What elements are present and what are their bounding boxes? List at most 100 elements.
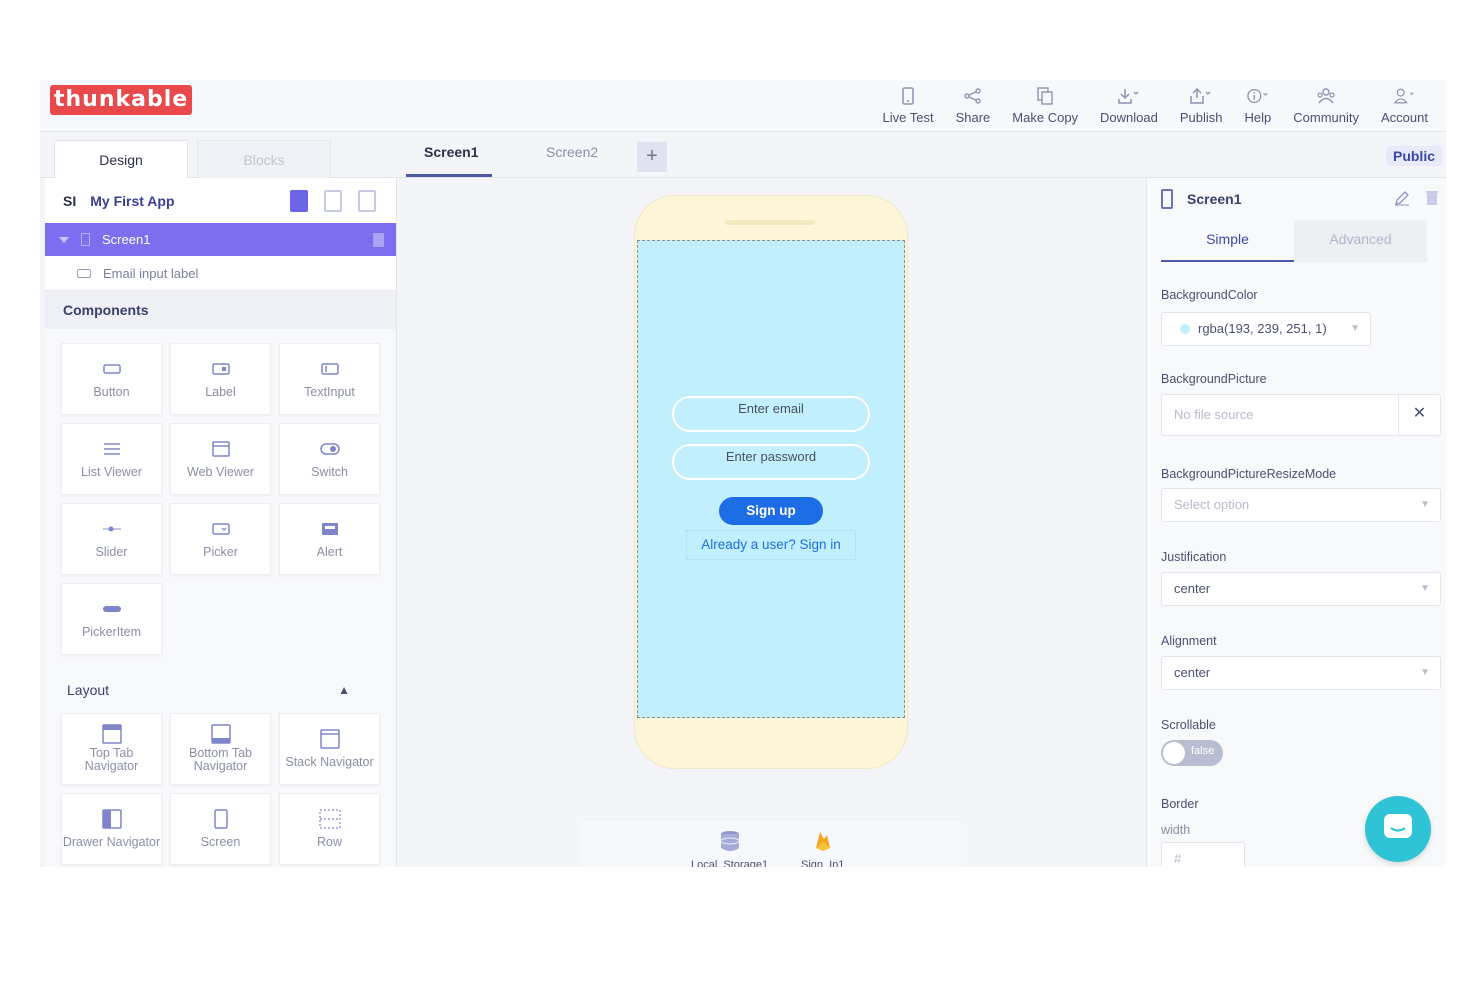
- chat-icon: [1382, 812, 1414, 847]
- download-icon: [1118, 86, 1140, 106]
- textinput-icon: [319, 360, 341, 378]
- chevron-down-icon: ▼: [1420, 667, 1430, 678]
- bg-color-picker[interactable]: rgba(193, 239, 251, 1) ▼: [1161, 312, 1371, 346]
- clear-icon[interactable]: ✕: [1398, 394, 1440, 436]
- slider-icon: [101, 520, 123, 538]
- component-label[interactable]: Label: [170, 343, 271, 415]
- tab-advanced[interactable]: Advanced: [1294, 220, 1427, 262]
- tree-item-screen1[interactable]: Screen1: [45, 223, 396, 256]
- app-name[interactable]: My First App: [90, 193, 174, 209]
- tablet-view-icon[interactable]: [324, 189, 342, 212]
- component-web-viewer[interactable]: Web Viewer: [170, 423, 271, 495]
- layout-header[interactable]: Layout ▲: [45, 671, 396, 709]
- bg-picture-label: BackgroundPicture: [1161, 372, 1267, 386]
- add-screen-button[interactable]: +: [637, 142, 667, 172]
- picker-icon: [210, 520, 232, 538]
- device-view-toggle: [274, 189, 396, 212]
- component-list-viewer[interactable]: List Viewer: [61, 423, 162, 495]
- justification-select[interactable]: center ▼: [1161, 572, 1441, 606]
- component-picker[interactable]: Picker: [170, 503, 271, 575]
- layout-row[interactable]: Row: [279, 793, 380, 865]
- sign-up-button[interactable]: Sign up: [719, 497, 823, 525]
- info-icon: [1247, 86, 1269, 106]
- invisible-components-bar: Local_Storage1 Sign_In1: [581, 819, 961, 867]
- caret-down-icon[interactable]: [59, 236, 69, 243]
- component-slider[interactable]: Slider: [61, 503, 162, 575]
- web-viewer-icon: [210, 440, 232, 458]
- edit-icon[interactable]: [1394, 190, 1410, 209]
- copy-icon: [1034, 86, 1056, 106]
- local-storage-component[interactable]: Local_Storage1: [691, 830, 768, 867]
- alignment-select[interactable]: center ▼: [1161, 656, 1441, 690]
- component-textinput[interactable]: TextInput: [279, 343, 380, 415]
- account-button[interactable]: Account: [1381, 80, 1428, 132]
- layout-top-tab-navigator[interactable]: Top Tab Navigator: [61, 713, 162, 785]
- bg-picture-field[interactable]: No file source ✕: [1161, 394, 1441, 436]
- border-width-input[interactable]: #: [1161, 842, 1245, 867]
- row-icon: [318, 808, 341, 829]
- stack-icon: [319, 728, 341, 749]
- blank-view-icon[interactable]: [358, 189, 376, 212]
- share-icon: [962, 86, 984, 106]
- app-header: SI My First App: [45, 178, 396, 223]
- database-icon: [719, 830, 741, 855]
- layout-stack-navigator[interactable]: Stack Navigator: [279, 713, 380, 785]
- tab-blocks[interactable]: Blocks: [197, 140, 331, 178]
- properties-tabs: Simple Advanced: [1161, 220, 1441, 262]
- live-test-button[interactable]: Live Test: [883, 80, 934, 132]
- resize-mode-select[interactable]: Select option ▼: [1161, 488, 1441, 522]
- publish-icon: [1190, 86, 1212, 106]
- tab-screen1[interactable]: Screen1: [424, 144, 478, 160]
- scrollable-toggle[interactable]: false: [1161, 740, 1223, 766]
- component-switch[interactable]: Switch: [279, 423, 380, 495]
- thunkable-logo[interactable]: thunkable: [50, 85, 193, 115]
- tree-item-label: Email input label: [103, 265, 199, 281]
- phone-view-icon[interactable]: [290, 189, 308, 212]
- alert-icon: [319, 520, 341, 538]
- phone-frame: Enter email Enter password Sign up Alrea…: [635, 196, 907, 768]
- component-button[interactable]: Button: [61, 343, 162, 415]
- bottom-tab-icon: [210, 724, 232, 744]
- justification-label: Justification: [1161, 550, 1227, 564]
- active-tab-indicator: [406, 174, 492, 177]
- password-input[interactable]: Enter password: [672, 444, 870, 480]
- selected-component-name: Screen1: [1187, 191, 1242, 207]
- publish-button[interactable]: Publish: [1180, 80, 1223, 132]
- firebase-icon: [814, 830, 832, 855]
- trash-icon[interactable]: [1426, 190, 1438, 209]
- component-alert[interactable]: Alert: [279, 503, 380, 575]
- download-button[interactable]: Download: [1100, 80, 1158, 132]
- account-icon: [1393, 86, 1416, 106]
- toggle-knob: [1163, 742, 1185, 764]
- component-picker-item[interactable]: PickerItem: [61, 583, 162, 655]
- button-icon: [101, 360, 123, 378]
- screen-icon: [210, 808, 232, 829]
- left-panel: SI My First App Screen1 Email input labe…: [45, 178, 397, 867]
- screen-icon: [81, 233, 90, 246]
- chevron-up-icon[interactable]: ▲: [338, 671, 350, 709]
- chevron-down-icon: ▼: [1420, 499, 1430, 510]
- layout-screen[interactable]: Screen: [170, 793, 271, 865]
- layout-drawer-navigator[interactable]: Drawer Navigator: [61, 793, 162, 865]
- tab-simple[interactable]: Simple: [1161, 220, 1294, 262]
- phone-screen[interactable]: Enter email Enter password Sign up Alrea…: [637, 240, 905, 718]
- help-button[interactable]: Help: [1245, 80, 1271, 132]
- sign-in-link[interactable]: Already a user? Sign in: [686, 530, 856, 560]
- community-button[interactable]: Community: [1293, 80, 1359, 132]
- tab-design[interactable]: Design: [54, 140, 188, 178]
- share-button[interactable]: Share: [956, 80, 990, 132]
- email-input[interactable]: Enter email: [672, 396, 870, 432]
- trash-icon[interactable]: [373, 232, 384, 247]
- public-badge[interactable]: Public: [1385, 146, 1442, 166]
- tree-item-email-label[interactable]: Email input label: [45, 256, 396, 291]
- phone-test-icon: [897, 86, 919, 106]
- chat-support-button[interactable]: [1365, 796, 1431, 862]
- tab-screen2[interactable]: Screen2: [546, 144, 598, 160]
- make-copy-button[interactable]: Make Copy: [1012, 80, 1078, 132]
- components-header: Components: [45, 291, 396, 329]
- sign-in-component[interactable]: Sign_In1: [801, 830, 844, 867]
- resize-mode-label: BackgroundPictureResizeMode: [1161, 467, 1337, 481]
- layout-bottom-tab-navigator[interactable]: Bottom Tab Navigator: [170, 713, 271, 785]
- switch-icon: [319, 440, 341, 458]
- chevron-down-icon: ▼: [1350, 323, 1360, 334]
